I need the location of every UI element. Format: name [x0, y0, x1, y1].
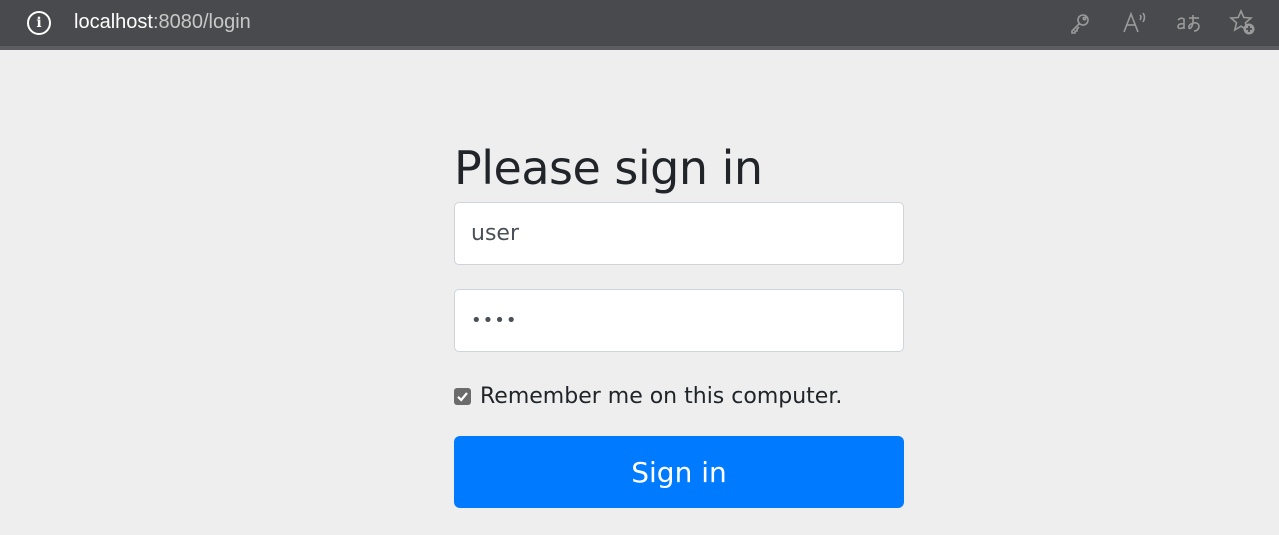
remember-me-label[interactable]: Remember me on this computer. [480, 384, 842, 409]
remember-me-row: Remember me on this computer. [454, 383, 842, 409]
remember-me-checkbox[interactable] [454, 387, 471, 405]
add-favorite-icon[interactable] [1229, 9, 1257, 37]
url-path: :8080/login [152, 11, 251, 33]
username-value: user [471, 221, 519, 246]
translate-icon[interactable] [1175, 9, 1203, 37]
browser-address-bar: i localhost:8080/login [0, 0, 1279, 46]
password-input[interactable]: •••• [454, 289, 904, 352]
site-info-icon[interactable]: i [27, 11, 51, 35]
key-icon[interactable] [1066, 9, 1094, 37]
login-form: Please sign in user •••• Remember me on … [454, 140, 904, 508]
sign-in-button[interactable]: Sign in [454, 436, 904, 508]
browser-bar-divider [0, 46, 1279, 50]
username-input[interactable]: user [454, 202, 904, 265]
checkmark-icon [457, 391, 468, 402]
password-value: •••• [471, 310, 518, 331]
read-aloud-icon[interactable] [1121, 9, 1149, 37]
page-title: Please sign in [454, 141, 763, 195]
url-host: localhost [74, 11, 153, 33]
url-field[interactable]: localhost:8080/login [74, 10, 251, 34]
